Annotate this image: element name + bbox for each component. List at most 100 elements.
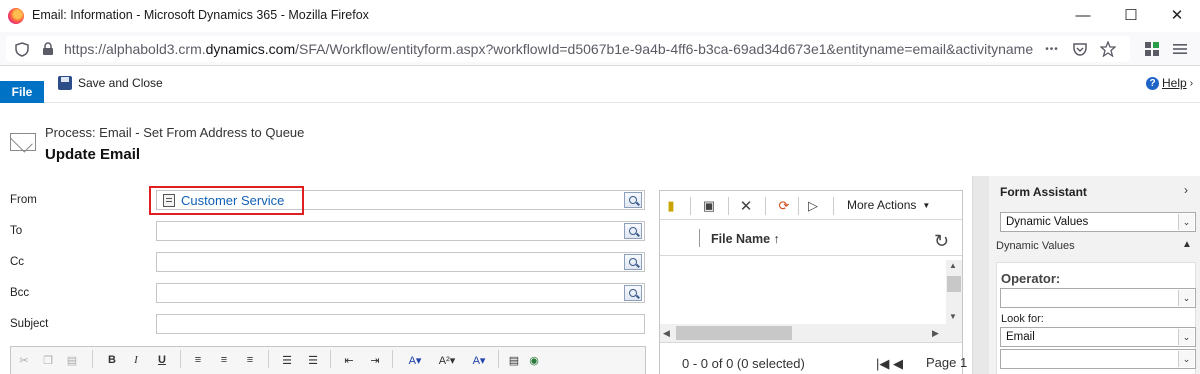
record-count: 0 - 0 of 0 (0 selected) — [682, 356, 805, 371]
look-for-label: Look for: — [1001, 313, 1044, 325]
close-icon[interactable]: ✕ — [1154, 0, 1200, 30]
start-dialog-icon[interactable]: ▷ — [804, 197, 822, 215]
form-assistant-title: Form Assistant — [1000, 185, 1087, 199]
chevron-down-icon: ▼ — [922, 200, 931, 210]
toolbar-divider — [92, 350, 93, 368]
look-for-attribute-select[interactable]: ⌄ — [1000, 349, 1196, 369]
lookup-icon[interactable] — [624, 285, 642, 301]
from-value[interactable]: Customer Service — [163, 193, 284, 208]
more-actions-button[interactable]: More Actions ▼ — [847, 198, 930, 212]
scroll-thumb[interactable] — [947, 276, 961, 292]
pane-splitter[interactable] — [972, 176, 989, 374]
to-label: To — [10, 225, 23, 237]
bcc-field[interactable] — [156, 283, 645, 303]
scroll-right-icon[interactable]: ▶ — [932, 328, 939, 339]
save-icon — [58, 76, 72, 90]
lock-icon[interactable] — [36, 37, 60, 61]
extensions-icon[interactable] — [1140, 37, 1164, 61]
collapse-up-icon[interactable]: ▲ — [1182, 239, 1192, 250]
shield-icon[interactable] — [10, 37, 34, 61]
lookup-icon[interactable] — [624, 254, 642, 270]
cc-field[interactable] — [156, 252, 645, 272]
save-and-close-button[interactable]: Save and Close — [58, 74, 163, 92]
help-button[interactable]: ? Help › — [1146, 74, 1193, 92]
toolbar-divider — [833, 197, 834, 215]
decrease-indent-icon[interactable]: ⇤ — [340, 351, 358, 369]
globe-icon[interactable]: ◉ — [526, 351, 542, 369]
section-label: Dynamic Values — [996, 240, 1075, 252]
footer-divider — [660, 342, 962, 343]
bcc-label: Bcc — [10, 287, 30, 299]
font-color-icon[interactable]: A▾ — [466, 351, 492, 369]
process-name: Process: Email - Set From Address to Que… — [45, 125, 305, 140]
paste-icon[interactable]: ▤ — [64, 351, 80, 369]
from-value-text: Customer Service — [181, 193, 285, 208]
chevron-down-icon: ⌄ — [1178, 351, 1194, 367]
ribbon — [0, 67, 1200, 103]
look-for-value: Email — [1006, 331, 1035, 343]
collapse-chevron-icon[interactable]: › — [1184, 183, 1188, 197]
scroll-up-icon[interactable]: ▲ — [949, 261, 957, 270]
file-tab[interactable]: File — [0, 81, 44, 103]
subject-label: Subject — [10, 318, 49, 330]
maximize-icon[interactable]: ☐ — [1108, 0, 1154, 30]
subject-field[interactable] — [156, 314, 645, 334]
refresh-icon[interactable]: ↻ — [934, 231, 949, 252]
assistant-type-value: Dynamic Values — [1006, 216, 1089, 228]
url-text[interactable]: https://alphabold3.crm.dynamics.com/SFA/… — [64, 41, 1033, 57]
align-right-icon[interactable]: ≡ — [242, 351, 258, 369]
align-center-icon[interactable]: ≡ — [216, 351, 232, 369]
numbered-list-icon[interactable]: ☰ — [278, 351, 296, 369]
header-divider — [660, 255, 962, 256]
envelope-icon — [10, 133, 36, 151]
help-label: Help — [1162, 76, 1187, 90]
vertical-scrollbar[interactable] — [946, 260, 962, 342]
align-left-icon[interactable]: ≡ — [190, 351, 206, 369]
cc-label: Cc — [10, 256, 25, 268]
column-header-file-name[interactable]: File Name ↑ — [711, 232, 780, 246]
scroll-down-icon[interactable]: ▼ — [949, 312, 957, 321]
menu-icon[interactable] — [1168, 37, 1192, 61]
minimize-icon[interactable]: — — [1060, 0, 1106, 30]
delete-icon[interactable]: ✕ — [737, 197, 755, 215]
more-actions-label: More Actions — [847, 198, 917, 212]
toolbar-divider — [690, 197, 691, 215]
bold-button[interactable]: B — [104, 351, 120, 369]
document-icon[interactable]: ▤ — [506, 351, 522, 369]
toolbar-divider — [392, 350, 393, 368]
record-icon — [163, 194, 175, 207]
font-icon[interactable]: A▾ — [402, 351, 428, 369]
cut-icon[interactable]: ✂ — [16, 351, 32, 369]
book-icon[interactable]: ▣ — [700, 197, 718, 215]
font-size-icon[interactable]: A²▾ — [434, 351, 460, 369]
toolbar-divider — [268, 350, 269, 368]
toolbar-divider — [498, 350, 499, 368]
scroll-thumb[interactable] — [676, 326, 792, 340]
page-indicator: Page 1 — [926, 355, 968, 370]
operator-select[interactable]: ⌄ — [1000, 288, 1196, 308]
chevron-down-icon: ⌄ — [1178, 290, 1194, 306]
bulleted-list-icon[interactable]: ☰ — [304, 351, 322, 369]
lookup-icon[interactable] — [624, 192, 642, 208]
star-icon[interactable] — [1096, 37, 1120, 61]
chevron-down-icon: ⌄ — [1178, 214, 1194, 230]
toolbar-divider — [798, 197, 799, 215]
run-workflow-icon[interactable]: ⟳ — [775, 197, 793, 215]
add-attachment-icon[interactable]: ▮ — [662, 197, 680, 215]
lookup-icon[interactable] — [624, 223, 642, 239]
chevron-down-icon: ⌄ — [1178, 329, 1194, 345]
page-title: Update Email — [45, 146, 141, 163]
pocket-icon[interactable] — [1068, 37, 1092, 61]
page-actions-icon[interactable]: ••• — [1040, 37, 1064, 61]
first-page-icon[interactable]: |◀ ◀ — [876, 356, 903, 372]
underline-button[interactable]: U — [154, 351, 170, 369]
scroll-left-icon[interactable]: ◀ — [663, 328, 670, 339]
copy-icon[interactable]: ❐ — [40, 351, 56, 369]
italic-button[interactable]: I — [128, 351, 144, 369]
toolbar-divider — [728, 197, 729, 215]
to-field[interactable] — [156, 221, 645, 241]
from-label: From — [10, 194, 37, 206]
assistant-type-select[interactable]: Dynamic Values ⌄ — [1000, 212, 1196, 232]
increase-indent-icon[interactable]: ⇥ — [366, 351, 384, 369]
look-for-select[interactable]: Email ⌄ — [1000, 327, 1196, 347]
